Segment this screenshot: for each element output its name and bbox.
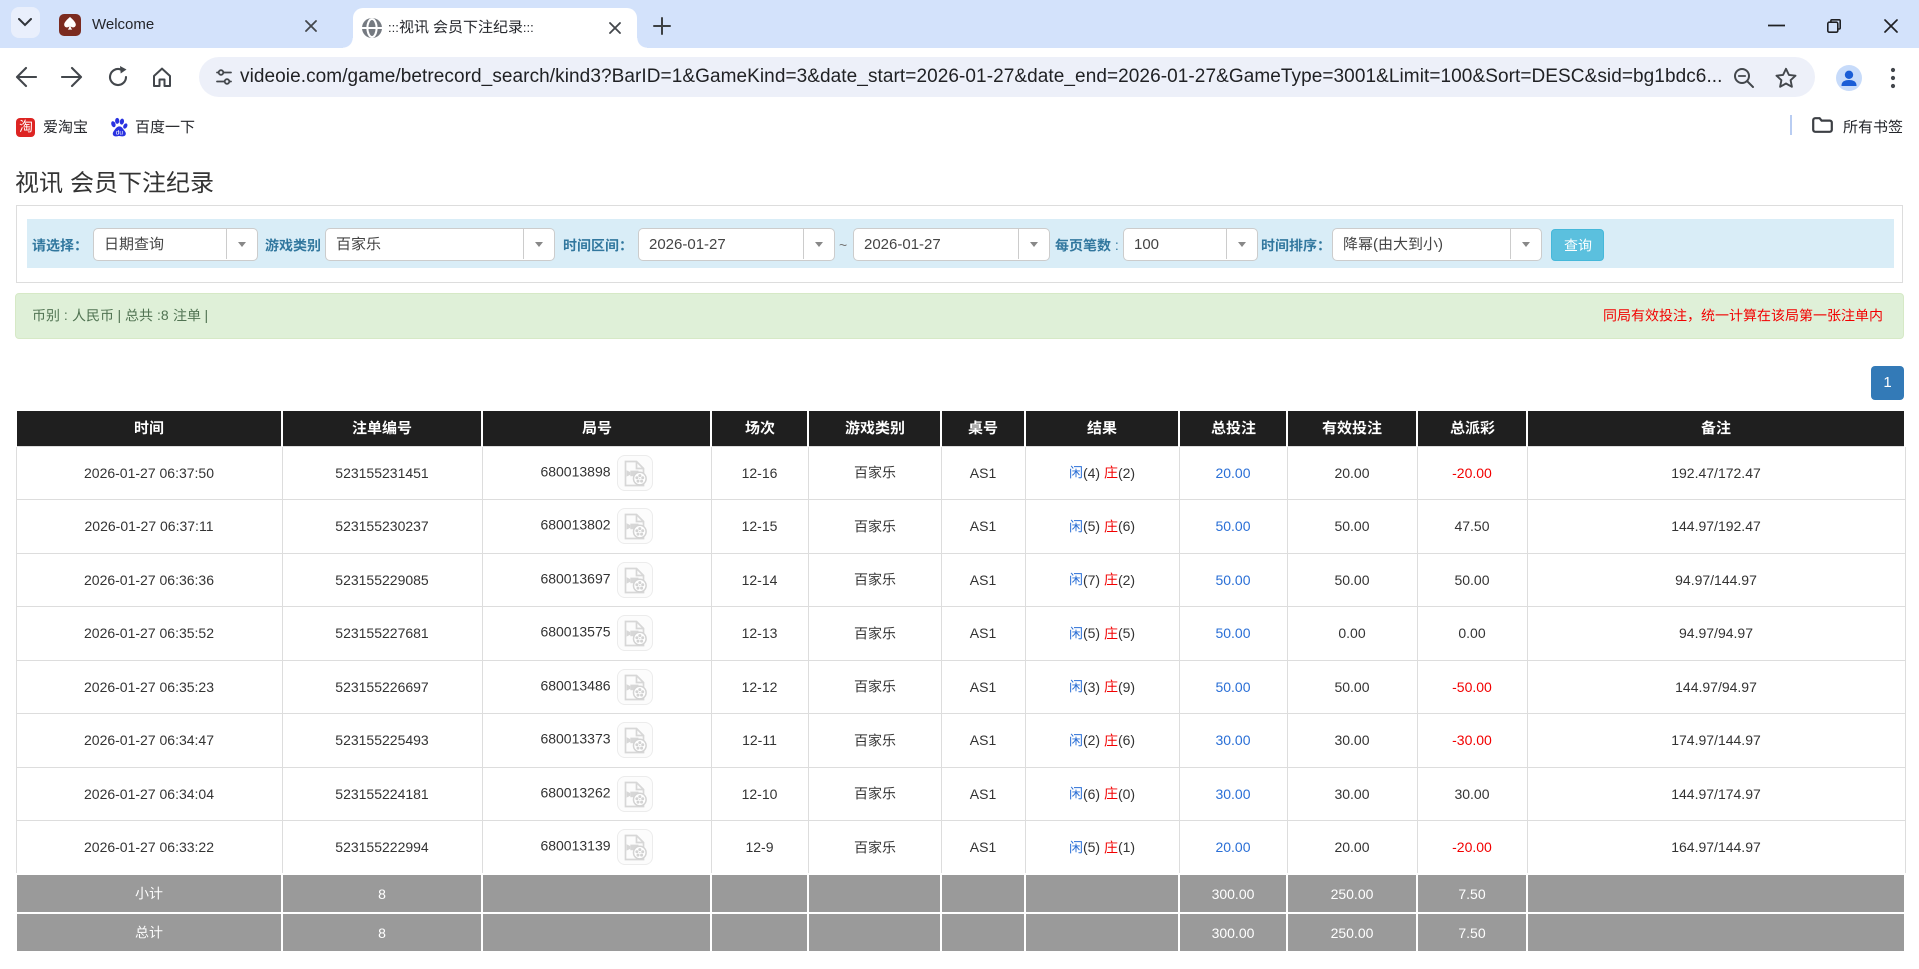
svg-text:du: du — [116, 129, 124, 136]
